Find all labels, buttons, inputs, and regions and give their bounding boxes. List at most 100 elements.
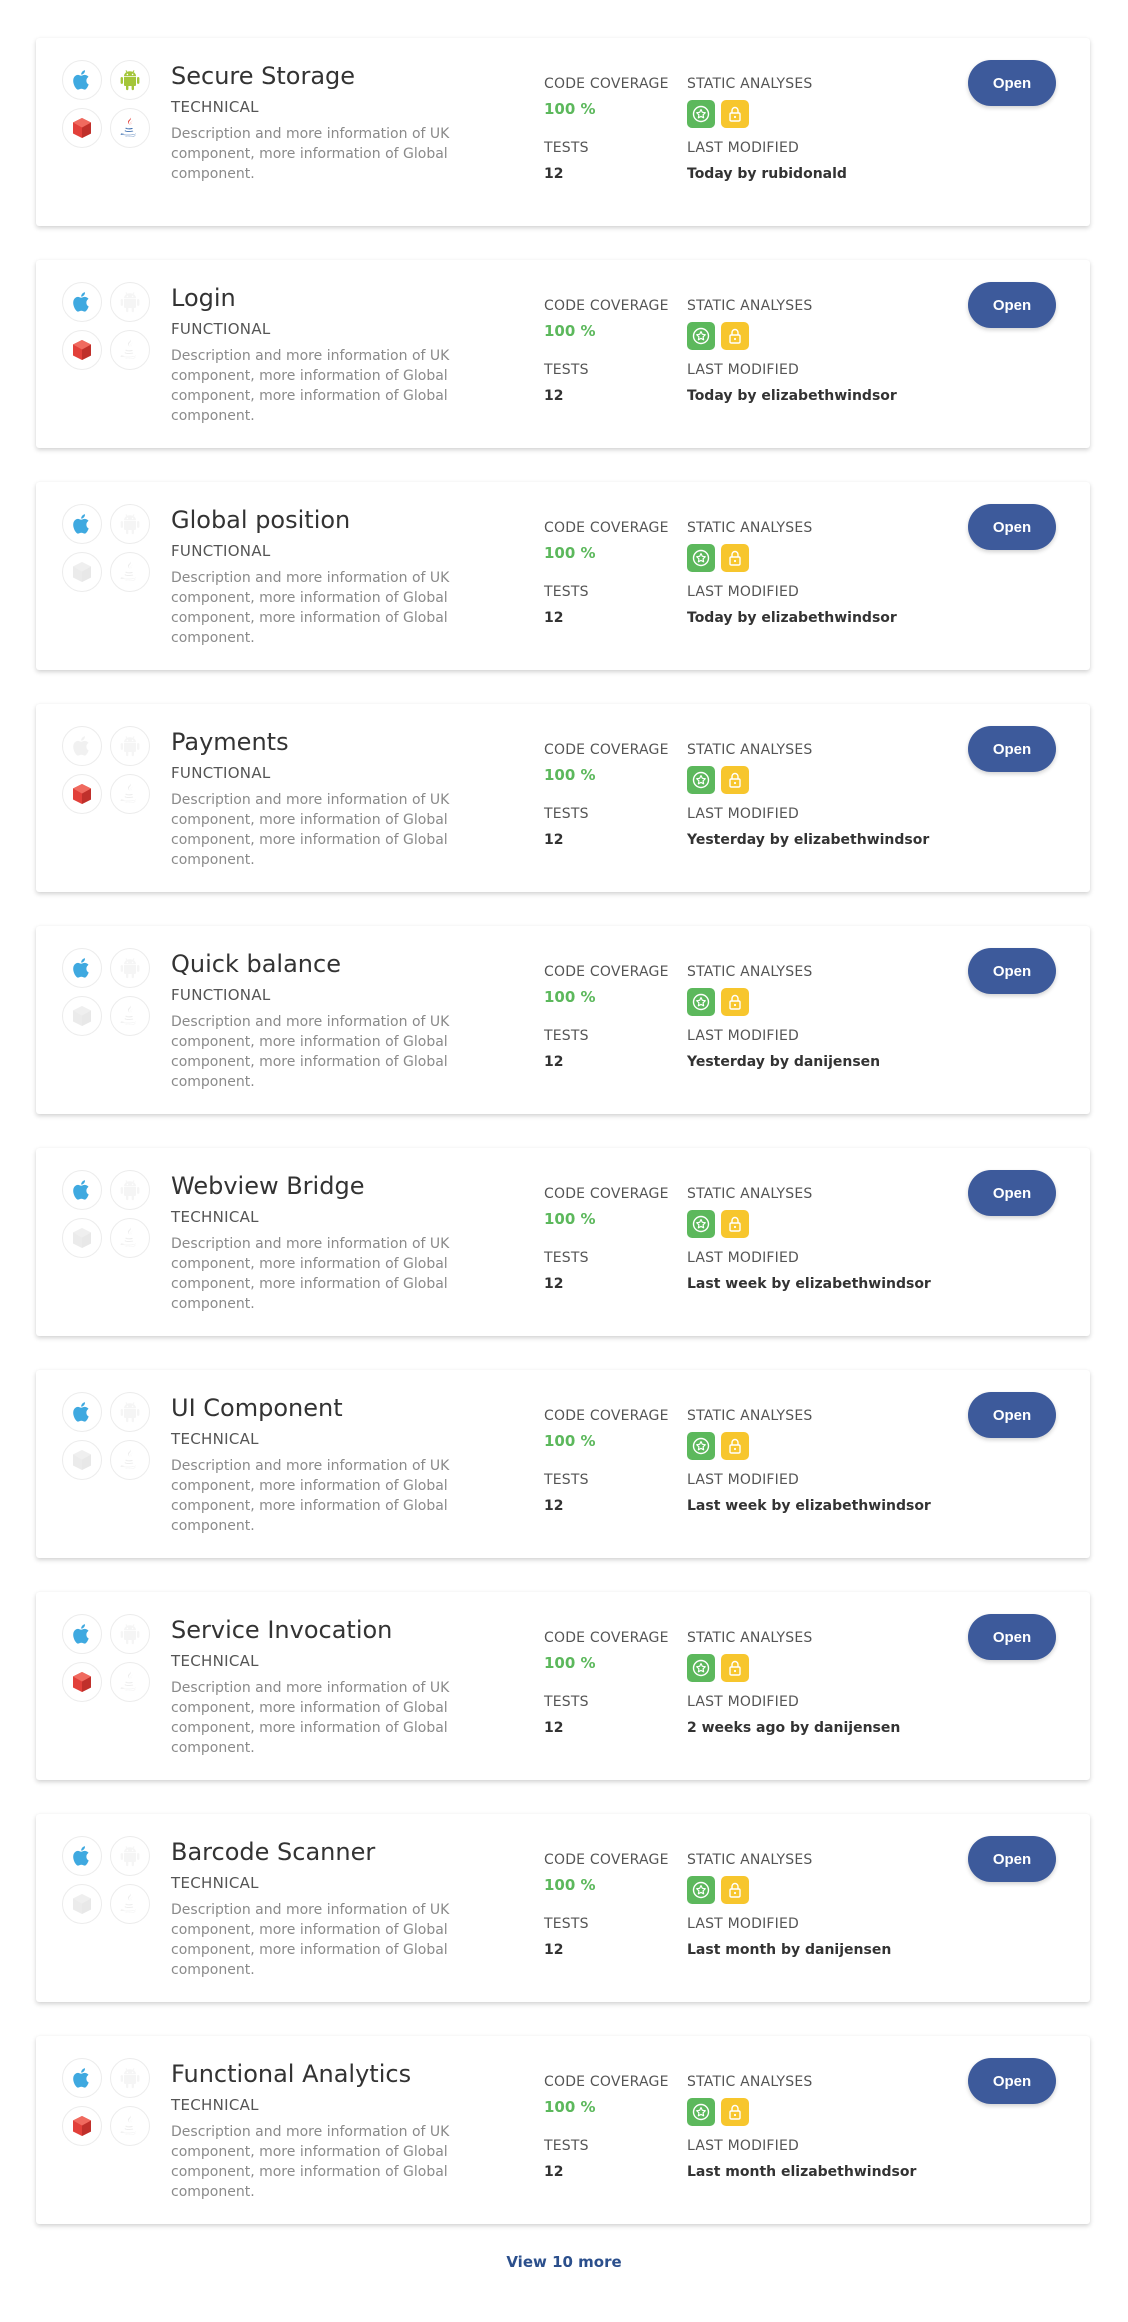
platform-icons bbox=[62, 948, 156, 1042]
star-badge-icon[interactable] bbox=[687, 988, 715, 1016]
platform-icons bbox=[62, 282, 156, 376]
code-coverage-value: 100 % bbox=[544, 544, 596, 562]
java-icon bbox=[110, 1440, 150, 1480]
open-button[interactable]: Open bbox=[968, 1170, 1056, 1216]
component-description: Description and more information of UK c… bbox=[171, 792, 450, 868]
star-badge-icon[interactable] bbox=[687, 2098, 715, 2126]
tests-value: 12 bbox=[544, 2164, 564, 2180]
component-description: Description and more information of UK c… bbox=[171, 1902, 450, 1978]
component-card: Functional Analytics TECHNICAL Descripti… bbox=[36, 2036, 1090, 2224]
java-icon bbox=[110, 108, 150, 148]
last-modified-value: Last week by elizabethwindsor bbox=[687, 1276, 931, 1292]
component-description: Description and more information of UK c… bbox=[171, 1236, 450, 1312]
platform-icons bbox=[62, 504, 156, 598]
component-type: TECHNICAL bbox=[171, 1652, 259, 1670]
open-button[interactable]: Open bbox=[968, 726, 1056, 772]
apple-icon bbox=[62, 1614, 102, 1654]
open-button[interactable]: Open bbox=[968, 282, 1056, 328]
last-modified-label: LAST MODIFIED bbox=[687, 1250, 800, 1266]
last-modified-value: Today by elizabethwindsor bbox=[687, 388, 897, 404]
open-button[interactable]: Open bbox=[968, 948, 1056, 994]
component-card: UI Component TECHNICAL Description and m… bbox=[36, 1370, 1090, 1558]
component-title: Global position bbox=[171, 506, 351, 534]
open-button[interactable]: Open bbox=[968, 2058, 1056, 2104]
lock-badge-icon[interactable] bbox=[721, 322, 749, 350]
lock-badge-icon[interactable] bbox=[721, 766, 749, 794]
component-type: FUNCTIONAL bbox=[171, 764, 271, 782]
component-type: TECHNICAL bbox=[171, 1874, 259, 1892]
lock-badge-icon[interactable] bbox=[721, 2098, 749, 2126]
star-badge-icon[interactable] bbox=[687, 1432, 715, 1460]
tests-label: TESTS bbox=[544, 2138, 589, 2154]
code-coverage-label: CODE COVERAGE bbox=[544, 1630, 669, 1646]
star-badge-icon[interactable] bbox=[687, 1876, 715, 1904]
static-analyses-label: STATIC ANALYSES bbox=[687, 520, 813, 536]
last-modified-value: Last month elizabethwindsor bbox=[687, 2164, 917, 2180]
component-description: Description and more information of UK c… bbox=[171, 1680, 450, 1756]
platform-icons bbox=[62, 1170, 156, 1264]
open-button[interactable]: Open bbox=[968, 1614, 1056, 1660]
star-badge-icon[interactable] bbox=[687, 1654, 715, 1682]
platform-icons bbox=[62, 2058, 156, 2152]
lock-badge-icon[interactable] bbox=[721, 100, 749, 128]
view-more-link[interactable]: View 10 more bbox=[0, 2253, 1128, 2271]
lock-badge-icon[interactable] bbox=[721, 544, 749, 572]
last-modified-value: Last week by elizabethwindsor bbox=[687, 1498, 931, 1514]
apple-icon bbox=[62, 948, 102, 988]
lock-badge-icon[interactable] bbox=[721, 988, 749, 1016]
last-modified-label: LAST MODIFIED bbox=[687, 140, 800, 156]
last-modified-label: LAST MODIFIED bbox=[687, 584, 800, 600]
android-icon bbox=[110, 2058, 150, 2098]
static-analyses-badges bbox=[687, 544, 749, 572]
static-analyses-label: STATIC ANALYSES bbox=[687, 742, 813, 758]
lock-badge-icon[interactable] bbox=[721, 1876, 749, 1904]
apple-icon bbox=[62, 2058, 102, 2098]
apple-icon bbox=[62, 726, 102, 766]
component-card: Login FUNCTIONAL Description and more in… bbox=[36, 260, 1090, 448]
tests-value: 12 bbox=[544, 610, 564, 626]
lock-badge-icon[interactable] bbox=[721, 1654, 749, 1682]
cube-icon bbox=[62, 1440, 102, 1480]
last-modified-value: Today by elizabethwindsor bbox=[687, 610, 897, 626]
tests-label: TESTS bbox=[544, 1028, 589, 1044]
code-coverage-value: 100 % bbox=[544, 100, 596, 118]
cube-icon bbox=[62, 996, 102, 1036]
component-card: Secure Storage TECHNICAL Description and… bbox=[36, 38, 1090, 226]
open-button[interactable]: Open bbox=[968, 504, 1056, 550]
java-icon bbox=[110, 330, 150, 370]
platform-icons bbox=[62, 1614, 156, 1708]
star-badge-icon[interactable] bbox=[687, 100, 715, 128]
cube-icon bbox=[62, 1662, 102, 1702]
static-analyses-badges bbox=[687, 1876, 749, 1904]
tests-label: TESTS bbox=[544, 362, 589, 378]
open-button[interactable]: Open bbox=[968, 1392, 1056, 1438]
cube-icon bbox=[62, 774, 102, 814]
last-modified-value: Today by rubidonald bbox=[687, 166, 847, 182]
static-analyses-label: STATIC ANALYSES bbox=[687, 964, 813, 980]
star-badge-icon[interactable] bbox=[687, 544, 715, 572]
static-analyses-badges bbox=[687, 100, 749, 128]
lock-badge-icon[interactable] bbox=[721, 1210, 749, 1238]
java-icon bbox=[110, 552, 150, 592]
tests-value: 12 bbox=[544, 1942, 564, 1958]
static-analyses-label: STATIC ANALYSES bbox=[687, 2074, 813, 2090]
code-coverage-label: CODE COVERAGE bbox=[544, 742, 669, 758]
component-type: TECHNICAL bbox=[171, 2096, 259, 2114]
code-coverage-label: CODE COVERAGE bbox=[544, 2074, 669, 2090]
star-badge-icon[interactable] bbox=[687, 766, 715, 794]
open-button[interactable]: Open bbox=[968, 60, 1056, 106]
component-description: Description and more information of UK c… bbox=[171, 570, 450, 646]
android-icon bbox=[110, 948, 150, 988]
star-badge-icon[interactable] bbox=[687, 322, 715, 350]
tests-value: 12 bbox=[544, 1720, 564, 1736]
last-modified-value: Yesterday by elizabethwindsor bbox=[687, 832, 930, 848]
component-title: UI Component bbox=[171, 1394, 343, 1422]
last-modified-label: LAST MODIFIED bbox=[687, 362, 800, 378]
open-button[interactable]: Open bbox=[968, 1836, 1056, 1882]
lock-badge-icon[interactable] bbox=[721, 1432, 749, 1460]
component-card: Payments FUNCTIONAL Description and more… bbox=[36, 704, 1090, 892]
tests-label: TESTS bbox=[544, 806, 589, 822]
tests-value: 12 bbox=[544, 1276, 564, 1292]
java-icon bbox=[110, 1884, 150, 1924]
star-badge-icon[interactable] bbox=[687, 1210, 715, 1238]
